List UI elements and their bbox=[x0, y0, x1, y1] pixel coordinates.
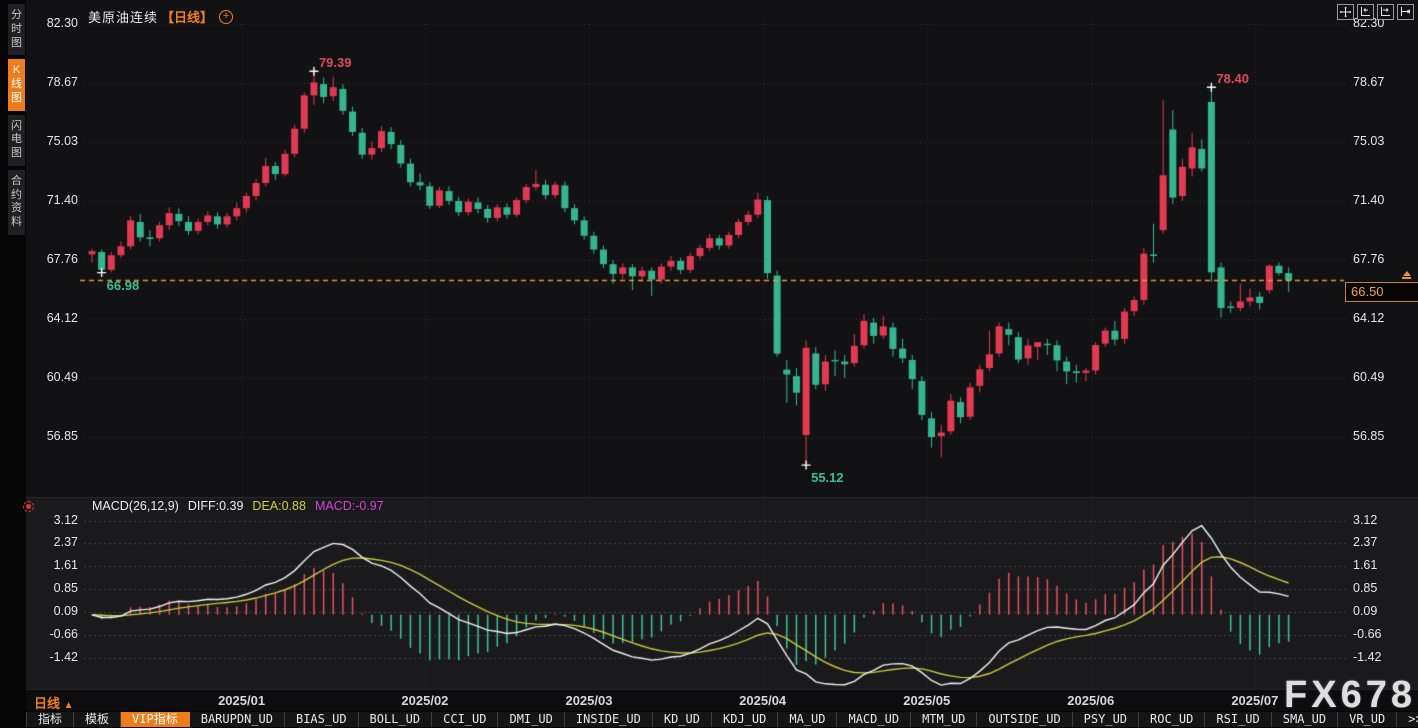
go-to-latest-arrow-icon[interactable] bbox=[1401, 271, 1412, 280]
x-axis-strip: 日线 ▲ 2025/01 2025/02 2025/03 2025/04 2025/05… bbox=[26, 689, 1418, 712]
indicator-tab[interactable]: BOLL_UD bbox=[359, 712, 433, 727]
price-axis-label: 71.40 bbox=[1353, 193, 1384, 207]
indicator-tab[interactable]: RSI_UD bbox=[1205, 712, 1271, 727]
x-axis-month-label: 2025/02 bbox=[401, 693, 448, 708]
indicator-tab[interactable]: BARUPDN_UD bbox=[190, 712, 285, 727]
sidebar-item[interactable]: 闪电图 bbox=[8, 115, 25, 166]
chart-title-row: 美原油连续 【日线】 + bbox=[88, 7, 233, 26]
macd-axis-label: 3.12 bbox=[24, 513, 78, 527]
macd-header: MACD(26,12,9) DIFF:0.39 DEA:0.88 MACD:-0… bbox=[92, 499, 384, 513]
sidebar-item[interactable]: 分时图 bbox=[8, 4, 25, 55]
plus-circle-icon[interactable]: + bbox=[219, 10, 233, 24]
price-axis-label: 78.67 bbox=[1353, 75, 1384, 89]
price-axis-label: 60.49 bbox=[1353, 370, 1384, 384]
pan-crosshair-icon[interactable] bbox=[1337, 4, 1354, 20]
trading-app: { "sidebar": { "items": [ {"label": "分时图… bbox=[0, 0, 1418, 728]
instrument-title: 美原油连续 bbox=[88, 7, 158, 26]
macd-axis-label: 0.85 bbox=[1353, 581, 1377, 595]
macd-dea-value: DEA:0.88 bbox=[252, 499, 306, 513]
price-marker-label: 66.98 bbox=[107, 278, 140, 293]
indicator-tab[interactable]: KD_UD bbox=[653, 712, 712, 727]
macd-axis-label: 0.09 bbox=[1353, 604, 1377, 618]
indicator-tab[interactable]: VIP指标 bbox=[121, 712, 190, 727]
pan-right-icon[interactable] bbox=[1397, 4, 1414, 20]
price-axis-label: 64.12 bbox=[1353, 311, 1384, 325]
triangle-up-icon: ▲ bbox=[64, 700, 74, 711]
chart-type-sidebar: 分时图 K线图闪电图合约资料 bbox=[0, 0, 26, 728]
fx678-watermark: FX678 bbox=[1284, 674, 1416, 717]
price-axis-label: 64.12 bbox=[24, 311, 78, 325]
x-axis-month-label: 2025/01 bbox=[218, 693, 265, 708]
x-axis-month-label: 2025/03 bbox=[565, 693, 612, 708]
macd-axis-label: 2.37 bbox=[24, 535, 78, 549]
macd-hist-value: MACD:-0.97 bbox=[315, 499, 384, 513]
price-marker-label: 78.40 bbox=[1216, 71, 1249, 86]
indicator-tab[interactable]: 模板 bbox=[74, 712, 121, 727]
indicator-tab[interactable]: OUTSIDE_UD bbox=[977, 712, 1072, 727]
macd-axis-label: -0.66 bbox=[24, 627, 78, 641]
macd-axis-label: 2.37 bbox=[1353, 535, 1377, 549]
price-marker-label: 55.12 bbox=[811, 470, 844, 485]
macd-axis-label: 0.85 bbox=[24, 581, 78, 595]
price-axis-label: 75.03 bbox=[24, 134, 78, 148]
macd-axis-label: -1.42 bbox=[1353, 650, 1382, 664]
price-axis-label: 67.76 bbox=[24, 252, 78, 266]
macd-axis-label: -0.66 bbox=[1353, 627, 1382, 641]
macd-param-label: MACD(26,12,9) bbox=[92, 499, 179, 513]
price-axis-label: 56.85 bbox=[1353, 429, 1384, 443]
price-axis-label: 82.30 bbox=[24, 16, 78, 30]
indicator-tab[interactable]: 指标 bbox=[26, 712, 74, 727]
last-price-tag: 66.50 bbox=[1345, 282, 1418, 302]
indicator-tab[interactable]: CCI_UD bbox=[432, 712, 498, 727]
x-axis-month-label: 2025/04 bbox=[739, 693, 786, 708]
indicator-tab[interactable]: DMI_UD bbox=[498, 712, 564, 727]
price-axis-label: 71.40 bbox=[24, 193, 78, 207]
macd-diff-value: DIFF:0.39 bbox=[188, 499, 244, 513]
target-icon[interactable] bbox=[23, 501, 34, 512]
macd-axis-label: 1.61 bbox=[1353, 558, 1377, 572]
indicator-tab[interactable]: MACD_UD bbox=[837, 712, 911, 727]
indicator-tab[interactable]: BIAS_UD bbox=[285, 712, 359, 727]
indicator-tab[interactable]: KDJ_UD bbox=[712, 712, 778, 727]
macd-axis-label: 1.61 bbox=[24, 558, 78, 572]
price-axis-label: 75.03 bbox=[1353, 134, 1384, 148]
x-axis-month-label: 2025/07 bbox=[1231, 693, 1278, 708]
price-axis-label: 78.67 bbox=[24, 75, 78, 89]
price-marker-label: 79.39 bbox=[319, 55, 352, 70]
indicator-tab[interactable]: PSY_UD bbox=[1073, 712, 1139, 727]
period-selector[interactable]: 日线 ▲ bbox=[34, 693, 74, 712]
macd-axis-label: -1.42 bbox=[24, 650, 78, 664]
price-axis-label: 67.76 bbox=[1353, 252, 1384, 266]
sidebar-item[interactable]: 合约资料 bbox=[8, 170, 25, 235]
price-axis-label: 56.85 bbox=[24, 429, 78, 443]
price-axis-label: 60.49 bbox=[24, 370, 78, 384]
sidebar-item[interactable]: K线图 bbox=[8, 59, 25, 110]
indicator-tabbar: 指标模板VIP指标BARUPDN_UDBIAS_UDBOLL_UDCCI_UDD… bbox=[26, 711, 1418, 728]
scale-axis-left-icon[interactable] bbox=[1357, 4, 1374, 20]
indicator-tab[interactable]: ROC_UD bbox=[1139, 712, 1205, 727]
period-tag: 【日线】 bbox=[161, 7, 213, 26]
x-axis-month-label: 2025/06 bbox=[1067, 693, 1114, 708]
chart-canvas[interactable] bbox=[0, 0, 1418, 728]
scale-axis-right-icon[interactable] bbox=[1377, 4, 1394, 20]
indicator-tab[interactable]: MA_UD bbox=[778, 712, 837, 727]
macd-axis-label: 3.12 bbox=[1353, 513, 1377, 527]
chart-toolbar-icons bbox=[1337, 4, 1414, 20]
indicator-tab[interactable]: INSIDE_UD bbox=[565, 712, 653, 727]
macd-axis-label: 0.09 bbox=[24, 604, 78, 618]
indicator-tab[interactable]: MTM_UD bbox=[911, 712, 977, 727]
x-axis-month-label: 2025/05 bbox=[903, 693, 950, 708]
